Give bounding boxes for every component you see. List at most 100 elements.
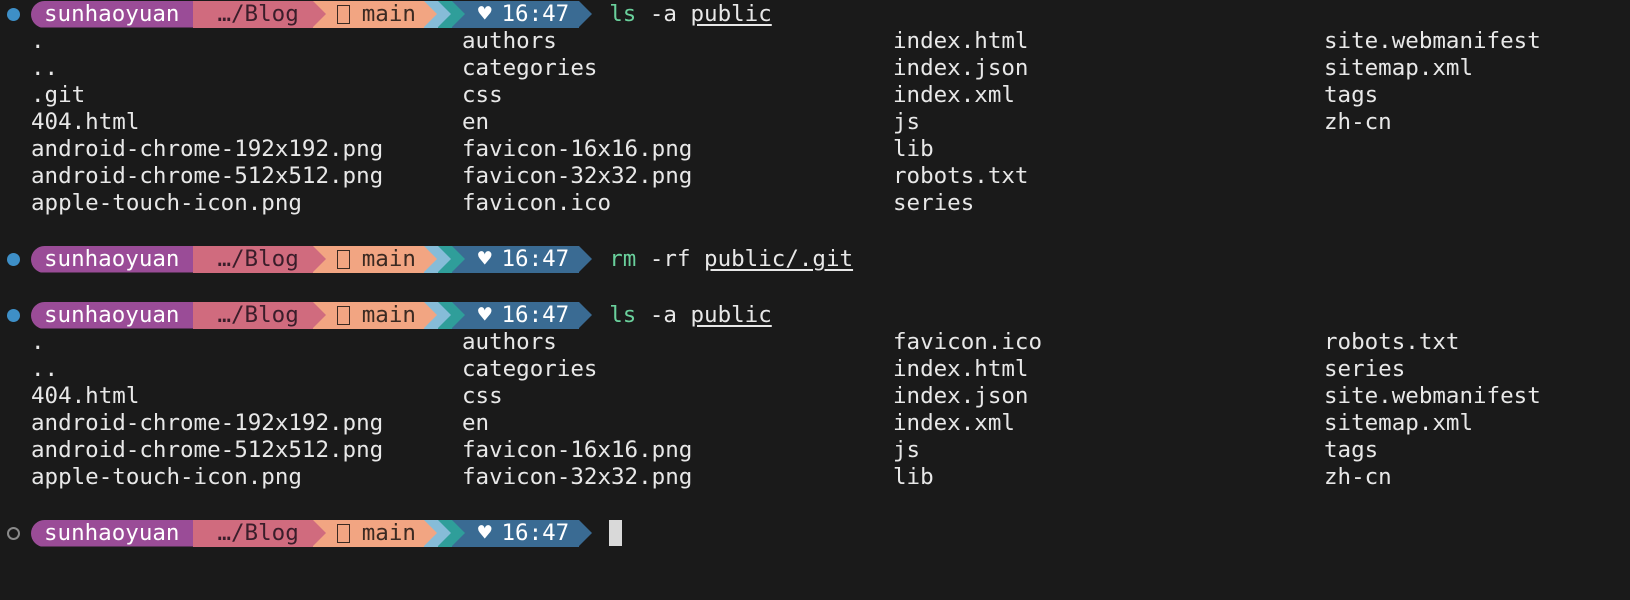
prompt-path-segment: …/Blog xyxy=(193,0,327,28)
file-entry: site.webmanifest xyxy=(1324,28,1541,54)
file-entry: .. xyxy=(31,55,59,81)
file-entry: index.html xyxy=(893,28,1029,54)
file-entry: js xyxy=(893,437,921,463)
file-entry: favicon-32x32.png xyxy=(462,163,693,189)
command-text: ls -a public xyxy=(609,301,772,329)
file-entry: authors xyxy=(462,28,557,54)
heart-icon: ♥ xyxy=(477,519,492,546)
prompt-user-segment: sunhaoyuan xyxy=(31,301,194,329)
output-column: authors categories css en favicon-16x16.… xyxy=(462,28,893,217)
prompt-line: sunhaoyuan …/Blog main ♥ 16:47 ls -a publ… xyxy=(0,301,1630,329)
command-flags: -a xyxy=(636,1,691,27)
file-entry: favicon.ico xyxy=(462,190,612,216)
file-entry: index.xml xyxy=(893,410,1015,436)
prompt-time-segment: ♥ 16:47 xyxy=(451,0,593,28)
file-entry: sitemap.xml xyxy=(1324,410,1474,436)
file-entry: .. xyxy=(31,356,59,382)
git-branch-icon xyxy=(336,249,350,269)
output-column: authors categories css en favicon-16x16.… xyxy=(462,329,893,491)
output-column: robots.txt series site.webmanifest sitem… xyxy=(1324,329,1624,491)
prompt-path: …/Blog xyxy=(217,301,299,328)
prompt-path: …/Blog xyxy=(217,519,299,546)
prompt-path-segment: …/Blog xyxy=(193,519,327,547)
file-entry: index.json xyxy=(893,383,1029,409)
file-entry: sitemap.xml xyxy=(1324,55,1474,81)
file-entry: robots.txt xyxy=(893,163,1029,189)
file-entry: android-chrome-512x512.png xyxy=(31,163,384,189)
file-entry: zh-cn xyxy=(1324,464,1392,490)
command-output: . .. .git 404.html android-chrome-192x19… xyxy=(0,28,1630,217)
file-entry: favicon-16x16.png xyxy=(462,136,693,162)
file-entry: zh-cn xyxy=(1324,109,1392,135)
prompt-time: 16:47 xyxy=(501,519,570,546)
prompt-git-segment: main xyxy=(312,0,438,28)
heart-icon: ♥ xyxy=(477,245,492,272)
prompt-time: 16:47 xyxy=(501,301,570,328)
command-text: rm -rf public/.git xyxy=(609,245,853,273)
prompt-time-segment: ♥ 16:47 xyxy=(451,519,593,547)
prompt-user: sunhaoyuan xyxy=(44,245,180,272)
status-dot-icon xyxy=(7,7,20,21)
file-entry: robots.txt xyxy=(1324,329,1460,355)
output-column: . .. 404.html android-chrome-192x192.png… xyxy=(31,329,462,491)
command-flags: -rf xyxy=(636,246,705,272)
git-branch-icon xyxy=(336,523,350,543)
command-binary: ls xyxy=(609,1,637,27)
file-entry: . xyxy=(31,28,45,54)
prompt-branch: main xyxy=(361,301,416,328)
prompt-branch: main xyxy=(361,245,416,272)
file-entry: index.xml xyxy=(893,82,1015,108)
prompt-user: sunhaoyuan xyxy=(44,301,180,328)
file-entry: android-chrome-512x512.png xyxy=(31,437,384,463)
command-argument: public xyxy=(690,1,772,27)
prompt-path-segment: …/Blog xyxy=(193,301,327,329)
prompt-path-segment: …/Blog xyxy=(193,245,327,273)
prompt-git-segment: main xyxy=(312,301,438,329)
file-entry: index.html xyxy=(893,356,1029,382)
active-prompt-line[interactable]: sunhaoyuan …/Blog main ♥ 16:47 xyxy=(0,519,1630,547)
file-entry: android-chrome-192x192.png xyxy=(31,136,384,162)
prompt-line: sunhaoyuan …/Blog main ♥ 16:47 rm -rf pub… xyxy=(0,245,1630,273)
file-entry: js xyxy=(893,109,921,135)
terminal-window[interactable]: sunhaoyuan …/Blog main ♥ 16:47 ls -a publ… xyxy=(0,0,1630,600)
file-entry: authors xyxy=(462,329,557,355)
prompt-user: sunhaoyuan xyxy=(44,519,180,546)
prompt-git-segment: main xyxy=(312,519,438,547)
command-argument: public/.git xyxy=(704,246,854,272)
file-entry: series xyxy=(1324,356,1406,382)
command-output: . .. 404.html android-chrome-192x192.png… xyxy=(0,329,1630,491)
prompt-user-segment: sunhaoyuan xyxy=(31,245,194,273)
command-argument: public xyxy=(690,302,772,328)
file-entry: . xyxy=(31,329,45,355)
file-entry: 404.html xyxy=(31,109,140,135)
file-entry: css xyxy=(462,383,503,409)
file-entry: categories xyxy=(462,55,598,81)
prompt-line: sunhaoyuan …/Blog main ♥ 16:47 ls -a publ… xyxy=(0,0,1630,28)
output-column: site.webmanifest sitemap.xml tags zh-cn xyxy=(1324,28,1624,217)
file-entry: css xyxy=(462,82,503,108)
file-entry: favicon-32x32.png xyxy=(462,464,693,490)
prompt-time-segment: ♥ 16:47 xyxy=(451,301,593,329)
prompt-path: …/Blog xyxy=(217,0,299,27)
git-branch-icon xyxy=(336,305,350,325)
file-entry: tags xyxy=(1324,82,1379,108)
heart-icon: ♥ xyxy=(477,0,492,27)
file-entry: 404.html xyxy=(31,383,140,409)
prompt-branch: main xyxy=(361,519,416,546)
text-cursor[interactable] xyxy=(609,520,623,546)
prompt-path: …/Blog xyxy=(217,245,299,272)
prompt-user-segment: sunhaoyuan xyxy=(31,519,194,547)
file-entry: series xyxy=(893,190,975,216)
file-entry: lib xyxy=(893,136,934,162)
prompt-time: 16:47 xyxy=(501,0,570,27)
command-binary: rm xyxy=(609,246,637,272)
file-entry: .git xyxy=(31,82,86,108)
file-entry: apple-touch-icon.png xyxy=(31,190,302,216)
status-dot-icon xyxy=(7,308,20,322)
file-entry: en xyxy=(462,109,490,135)
prompt-user-segment: sunhaoyuan xyxy=(31,0,194,28)
git-branch-icon xyxy=(336,4,350,24)
output-column: . .. .git 404.html android-chrome-192x19… xyxy=(31,28,462,217)
file-entry: tags xyxy=(1324,437,1379,463)
status-dot-icon xyxy=(7,252,20,266)
